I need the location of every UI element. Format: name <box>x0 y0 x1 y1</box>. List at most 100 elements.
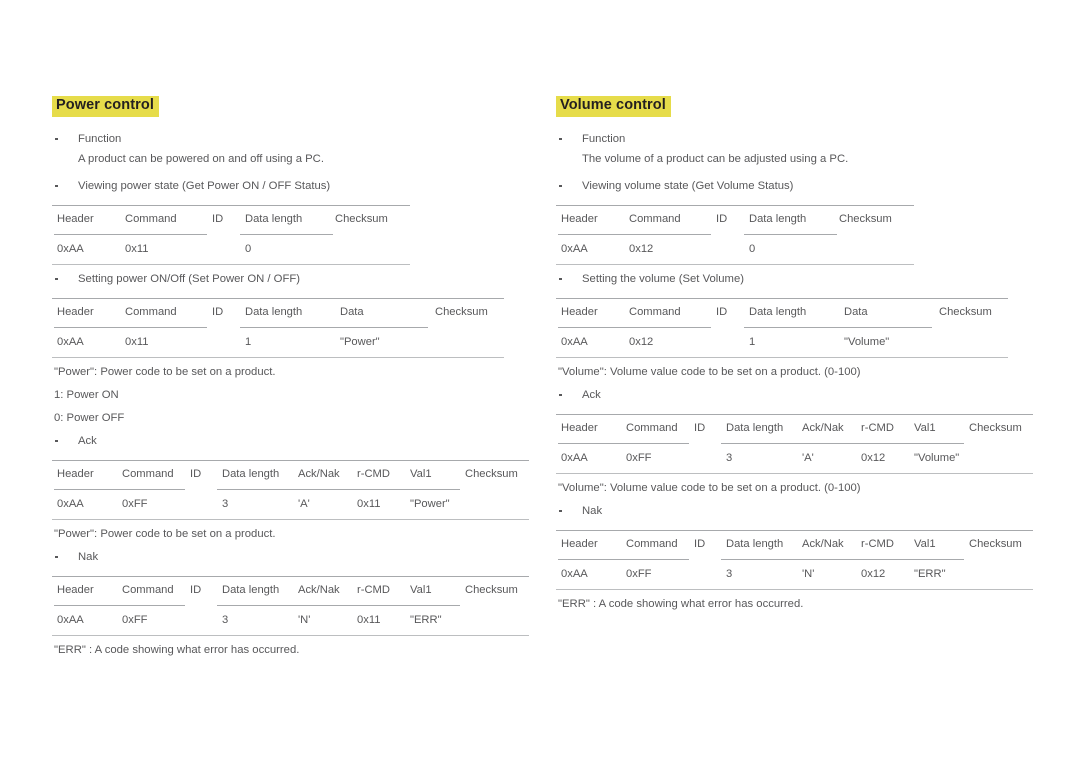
column-header: ID <box>694 537 706 550</box>
table-cell: 'A' <box>298 497 310 510</box>
get-power-status-table: Header Command ID Data length Checksum 0xAA 0x… <box>52 204 410 265</box>
static-text-line: 1: Power ON <box>54 388 119 401</box>
column-header: Command <box>122 467 174 480</box>
bullet-label: Nak <box>78 550 99 563</box>
table-cell: 0xFF <box>626 567 652 580</box>
table-row: 0xAA 0x12 0 <box>556 234 914 263</box>
bullet-item: Nak <box>52 549 532 566</box>
static-text-line: 0: Power OFF <box>54 411 125 424</box>
set-power-table: Header Command ID Data length Data Checksum 0x… <box>52 297 504 358</box>
table-cell: "Volume" <box>914 451 960 464</box>
table-cell: "ERR" <box>410 613 442 626</box>
table-cell: 0 <box>245 242 252 255</box>
column-header: Data length <box>222 467 280 480</box>
table-cell: 0xAA <box>561 242 588 255</box>
table-cell: 0xAA <box>561 567 588 580</box>
table-cell: 3 <box>222 497 229 510</box>
table-cell: 0xAA <box>57 242 84 255</box>
column-header: r-CMD <box>861 537 894 550</box>
table-header-row: Header Command ID Data length Checksum <box>52 205 410 234</box>
table-cell: 0x11 <box>125 335 149 348</box>
table-cell: 0x12 <box>629 335 654 348</box>
column-header: Header <box>57 467 94 480</box>
table-footnote: "Volume": Volume value code to be set on… <box>558 481 861 494</box>
bullet-item: Ack <box>556 387 1036 404</box>
bullet-label: Viewing power state (Get Power ON / OFF … <box>78 179 331 192</box>
bullet-item: Setting the volume (Set Volume) <box>556 271 1036 288</box>
table-cell: 0xAA <box>561 451 588 464</box>
volume-nak-table: Header Command ID Data length Ack/Nak r-CMD Va… <box>556 529 1033 590</box>
column-header: Checksum <box>969 421 1022 434</box>
bullet-item: Viewing power state (Get Power ON / OFF … <box>52 178 532 195</box>
column-header: Ack/Nak <box>802 537 844 550</box>
table-footnote: "ERR" : A code showing what error has oc… <box>558 597 804 610</box>
column-header: Data length <box>726 421 784 434</box>
column-header: Header <box>561 305 598 318</box>
column-header: Command <box>626 537 678 550</box>
section-title: Volume control <box>556 96 671 117</box>
column-header: ID <box>212 305 224 318</box>
table-cell: "Volume" <box>844 335 890 348</box>
table-footnote: "ERR" : A code showing what error has oc… <box>54 643 300 656</box>
power-ack-table: Header Command ID Data length Ack/Nak r-CMD Va… <box>52 459 529 520</box>
column-header: ID <box>190 583 202 596</box>
column-header: Ack/Nak <box>802 421 844 434</box>
column-header: Header <box>561 537 598 550</box>
table-cell: 0x11 <box>357 497 381 510</box>
bullet-label: Setting power ON/Off (Set Power ON / OFF… <box>78 272 301 285</box>
column-power-control: Power control Function A product can be po… <box>52 96 532 665</box>
column-header: Data length <box>726 537 784 550</box>
table-bottom-rule <box>556 472 1033 474</box>
table-bottom-rule <box>52 634 529 636</box>
bullet-label: Function <box>78 132 122 145</box>
table-bottom-rule <box>556 588 1033 590</box>
table-header-row: Header Command ID Data length Ack/Nak r-CMD Va… <box>52 460 529 489</box>
table-cell: 'N' <box>298 613 311 626</box>
column-header: r-CMD <box>357 583 390 596</box>
table-footnote: "Power": Power code to be set on a produ… <box>54 527 276 540</box>
table-row: 0xAA 0xFF 3 'N' 0x11 "ERR" <box>52 605 529 634</box>
table-cell: 0x12 <box>629 242 654 255</box>
bullet-description: The volume of a product can be adjusted … <box>582 152 849 165</box>
table-cell: 0x11 <box>357 613 381 626</box>
column-header: Ack/Nak <box>298 583 340 596</box>
column-header: ID <box>212 212 224 225</box>
bullet-item: Function The volume of a product can be a… <box>556 131 1036 168</box>
column-header: Data <box>844 305 868 318</box>
table-cell: 0xFF <box>122 497 148 510</box>
table-bottom-rule <box>52 263 410 265</box>
table-footnote: "Power": Power code to be set on a produ… <box>54 365 276 378</box>
section-title: Power control <box>52 96 159 117</box>
column-header: Checksum <box>939 305 992 318</box>
column-header: Val1 <box>410 583 432 596</box>
volume-ack-table: Header Command ID Data length Ack/Nak r-CMD Va… <box>556 413 1033 474</box>
bullet-label: Nak <box>582 504 603 517</box>
table-cell: 'N' <box>802 567 815 580</box>
table-row: 0xAA 0xFF 3 'A' 0x11 "Power" <box>52 489 529 518</box>
table-header-row: Header Command ID Data length Ack/Nak r-CMD Va… <box>556 414 1033 443</box>
table-cell: 0xAA <box>561 335 588 348</box>
column-header: Command <box>122 583 174 596</box>
column-header: r-CMD <box>357 467 390 480</box>
bullet-label: Function <box>582 132 626 145</box>
column-header: Val1 <box>914 537 936 550</box>
table-cell: "ERR" <box>914 567 946 580</box>
column-header: Header <box>57 305 94 318</box>
column-header: Data length <box>749 212 807 225</box>
column-volume-control: Volume control Function The volume of a pr… <box>556 96 1036 619</box>
column-header: Command <box>125 305 177 318</box>
table-row: 0xAA 0x11 1 "Power" <box>52 327 504 356</box>
table-cell: 3 <box>726 567 733 580</box>
bullet-item: Function A product can be powered on and … <box>52 131 532 168</box>
column-header: Checksum <box>435 305 488 318</box>
bullet-item: Ack <box>52 433 532 450</box>
set-volume-table: Header Command ID Data length Data Checksum 0x… <box>556 297 1008 358</box>
table-header-row: Header Command ID Data length Ack/Nak r-CMD Va… <box>52 576 529 605</box>
column-header: Data length <box>749 305 807 318</box>
column-header: Data length <box>245 212 303 225</box>
bullet-label: Setting the volume (Set Volume) <box>582 272 745 285</box>
table-cell: 1 <box>245 335 252 348</box>
table-cell: 1 <box>749 335 756 348</box>
column-header: Header <box>561 421 598 434</box>
